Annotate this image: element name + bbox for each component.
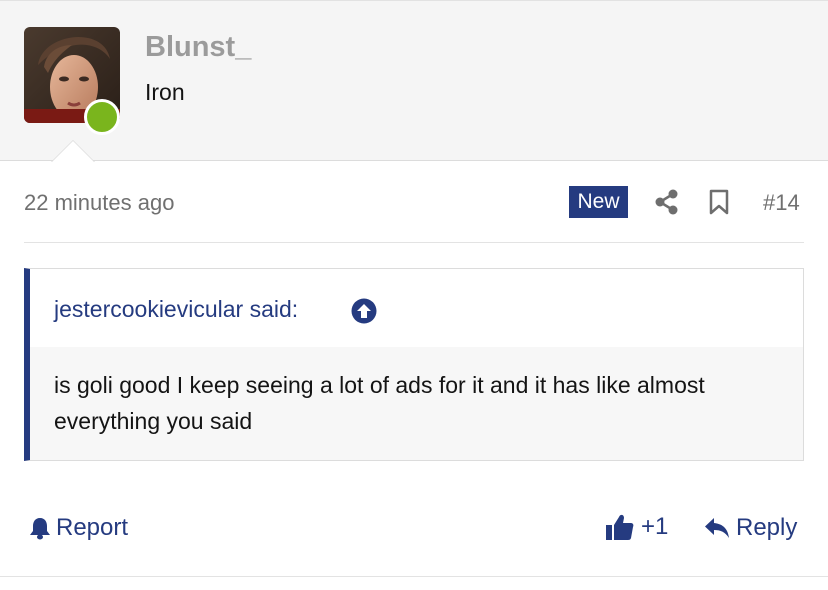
quote-block: jestercookievicular said: is goli good I… [24,268,804,461]
username[interactable]: Blunst_ [145,31,251,64]
reply-button[interactable]: Reply [704,512,797,544]
meta-divider [24,242,804,243]
post-timestamp[interactable]: 22 minutes ago [24,190,174,216]
online-status-dot [84,99,120,135]
bookmark-icon[interactable] [709,189,729,215]
post-bottom-divider [0,576,828,577]
bell-icon [30,518,50,540]
quote-text: is goli good I keep seeing a lot of ads … [54,372,705,434]
reply-arrow-icon [705,518,729,538]
thumbs-up-icon [606,514,634,540]
arrow-up-circle-icon[interactable] [351,298,377,324]
quote-header: jestercookievicular said: [30,269,803,347]
post-number-link[interactable]: #14 [763,190,800,216]
report-label: Report [56,514,129,541]
header-pointer [51,140,95,162]
share-icon[interactable] [655,189,679,215]
like-button[interactable]: +1 [605,510,668,544]
user-title: Iron [145,79,185,105]
user-header: Blunst_ Iron [0,0,828,161]
reply-label: Reply [736,514,798,541]
new-badge: New [569,186,628,218]
quote-author-link[interactable]: jestercookievicular said: [54,296,298,323]
like-count: +1 [641,513,669,540]
report-button[interactable]: Report [29,512,128,544]
